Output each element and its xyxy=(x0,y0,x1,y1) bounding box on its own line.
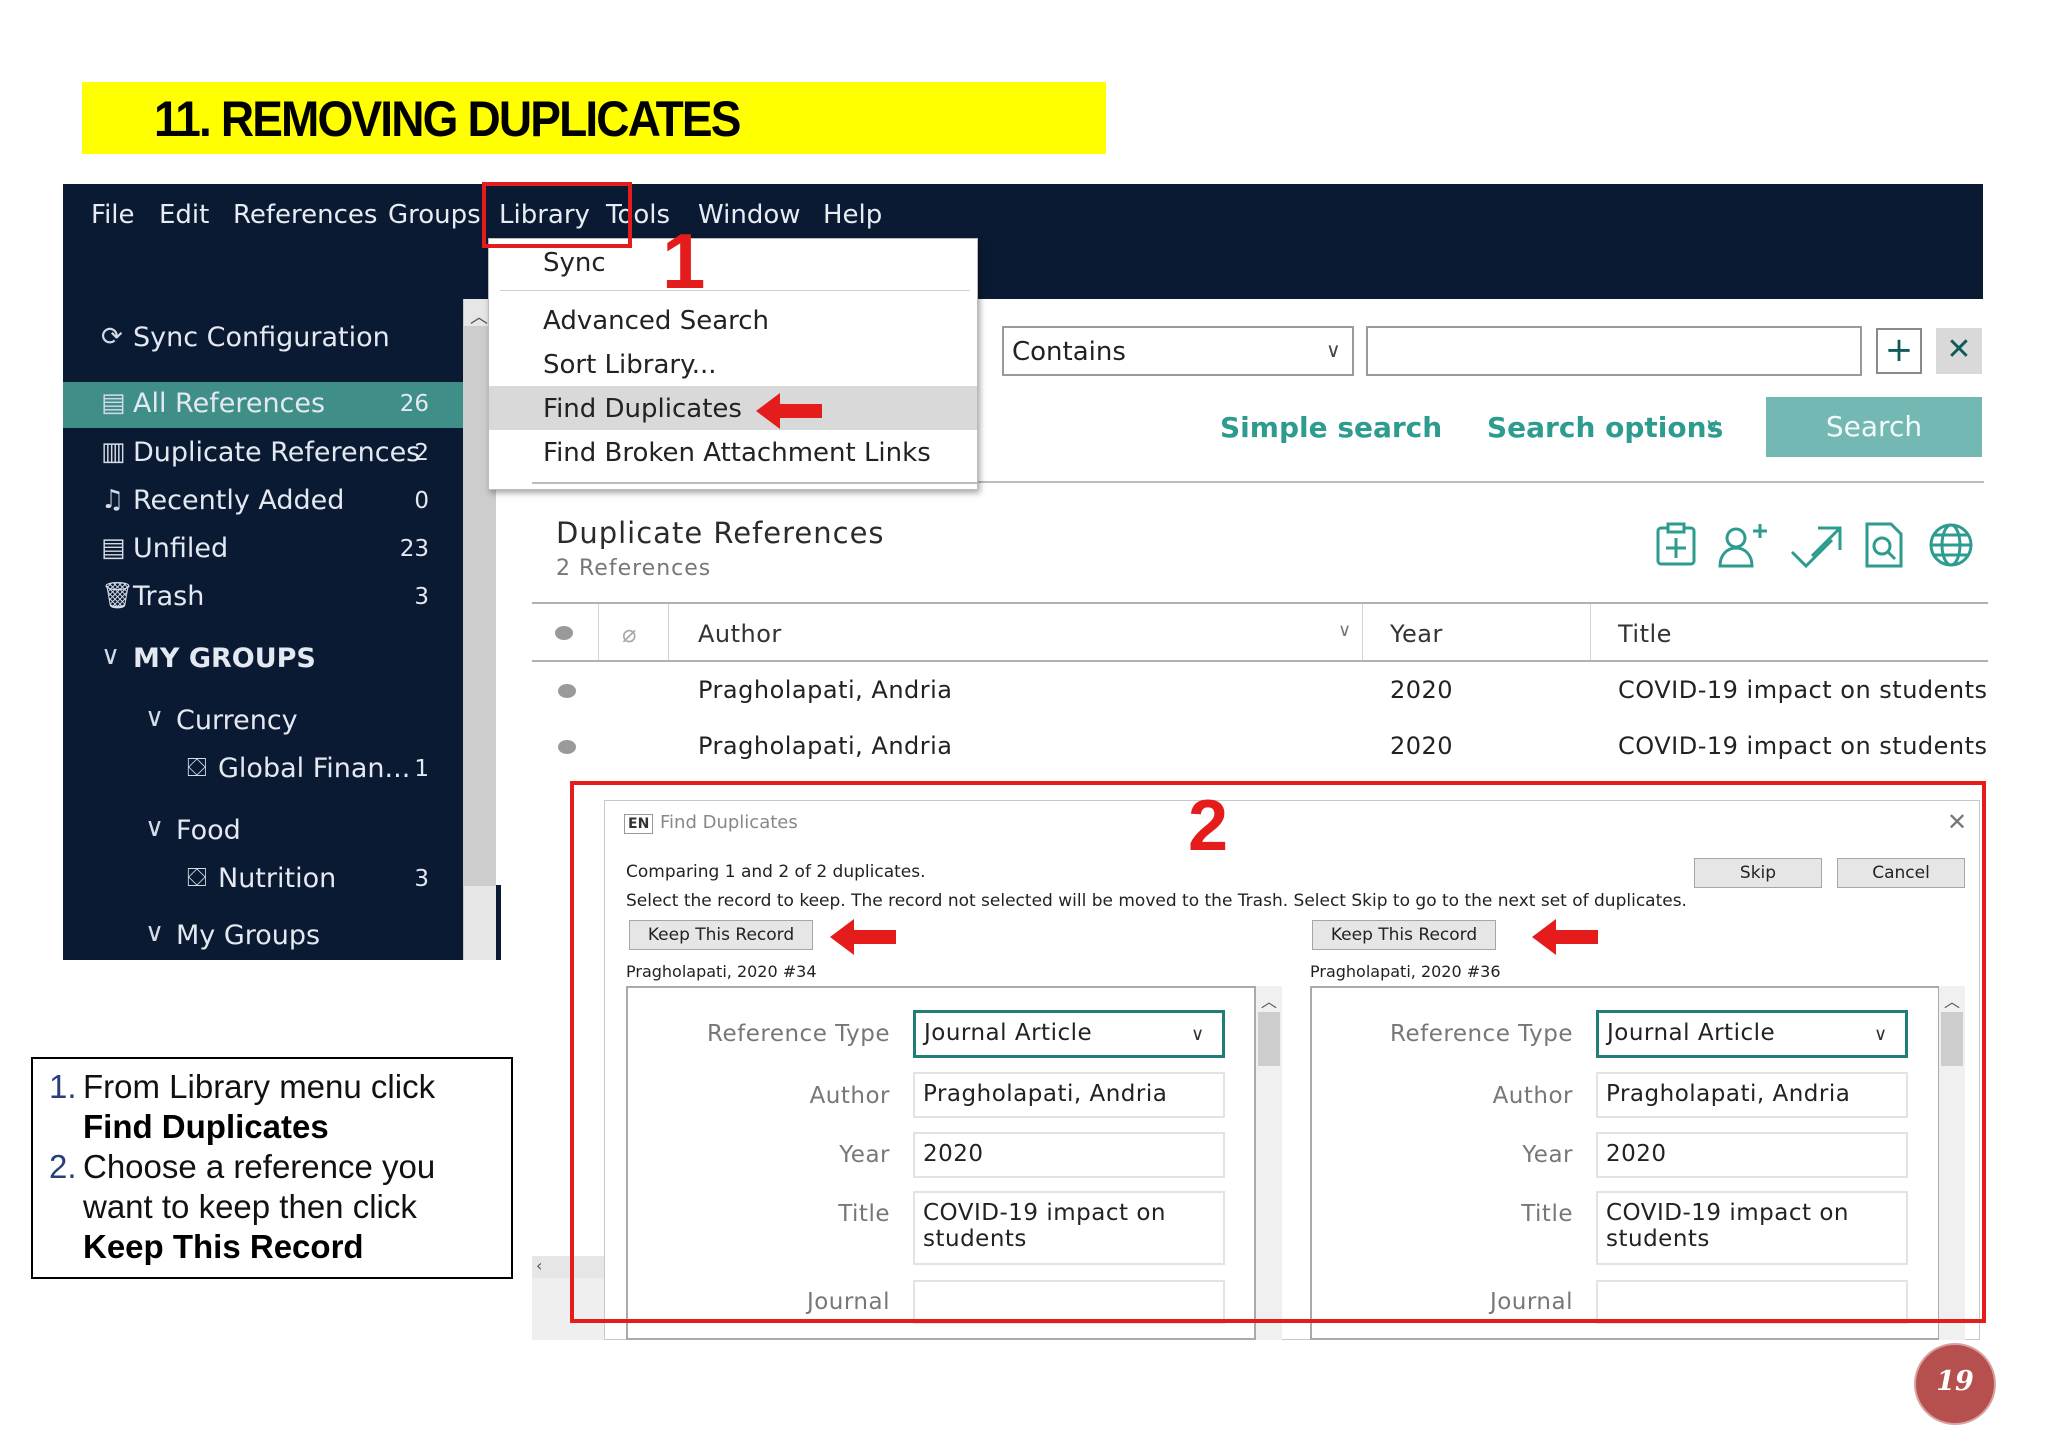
column-separator xyxy=(598,604,599,660)
step-1-number: 1. xyxy=(49,1068,77,1105)
read-status-column-icon[interactable] xyxy=(555,626,573,640)
menu-item-find-broken-attachment-links[interactable]: Find Broken Attachment Links xyxy=(543,438,931,468)
menu-item-sort-library[interactable]: Sort Library... xyxy=(543,350,717,380)
sidebar-item-trash[interactable]: 🗑 Trash 3 xyxy=(63,575,463,621)
sync-icon: ⟳ xyxy=(101,322,123,352)
document-icon: ▤ xyxy=(101,533,126,563)
group-nutrition[interactable]: ⛋ Nutrition 3 xyxy=(63,857,463,903)
page-number: 19 xyxy=(1936,1366,1974,1397)
search-button[interactable]: Search xyxy=(1766,397,1982,457)
step-1-marker: 1 xyxy=(662,217,706,305)
pane-divider[interactable] xyxy=(496,885,501,960)
sidebar-item-duplicate-references[interactable]: ▥ Duplicate References 2 xyxy=(63,431,463,477)
remove-search-row-button[interactable]: ✕ xyxy=(1936,328,1982,374)
group-global-finance[interactable]: ⛋ Global Finan... 1 xyxy=(63,747,463,793)
divider xyxy=(532,602,1988,604)
pointer-arrow-icon xyxy=(756,393,822,429)
column-separator xyxy=(1590,604,1591,660)
trash-icon: 🗑 xyxy=(101,581,135,611)
search-options-link[interactable]: Search options xyxy=(1487,411,1723,444)
read-status-dot xyxy=(558,684,576,698)
simple-search-link[interactable]: Simple search xyxy=(1220,411,1442,444)
group-set-food[interactable]: ∨ Food xyxy=(63,809,463,855)
cell-title: COVID-19 impact on students xyxy=(1618,676,1988,704)
group-set-my-groups[interactable]: ∨ My Groups xyxy=(63,914,463,960)
cell-year: 2020 xyxy=(1390,676,1454,704)
menu-groups[interactable]: Groups xyxy=(388,200,481,230)
pointer-arrow-icon xyxy=(830,919,896,955)
paperclip-icon[interactable]: ⌀ xyxy=(622,620,636,648)
group-panel-subtitle: 2 References xyxy=(556,556,712,581)
group-set-currency[interactable]: ∨ Currency xyxy=(63,699,463,745)
column-header-title[interactable]: Title xyxy=(1618,620,1672,648)
sort-chevron-icon[interactable]: ∨ xyxy=(1338,620,1351,641)
column-header-year[interactable]: Year xyxy=(1390,620,1443,648)
menu-item-advanced-search[interactable]: Advanced Search xyxy=(543,306,769,336)
sidebar-item-recently-added[interactable]: ♫ Recently Added 0 xyxy=(63,479,463,525)
search-input[interactable] xyxy=(1366,326,1862,376)
menu-item-sync[interactable]: Sync xyxy=(543,248,606,278)
my-groups-header[interactable]: ∨ MY GROUPS xyxy=(63,637,463,683)
sidebar-item-unfiled[interactable]: ▤ Unfiled 23 xyxy=(63,527,463,573)
column-separator xyxy=(668,604,669,660)
bell-icon: ♫ xyxy=(101,485,125,515)
step-2-marker: 2 xyxy=(1188,786,1229,866)
read-status-dot xyxy=(558,740,576,754)
group-icon: ⛋ xyxy=(187,863,207,893)
table-row[interactable]: Pragholapati, Andria 2020 COVID-19 impac… xyxy=(532,664,1988,720)
find-fulltext-icon[interactable] xyxy=(1858,522,1908,572)
export-icon[interactable] xyxy=(1788,522,1842,572)
column-separator xyxy=(1362,604,1363,660)
duplicate-icon: ▥ xyxy=(101,437,126,467)
library-highlight-box xyxy=(482,182,632,248)
cell-author: Pragholapati, Andria xyxy=(698,676,953,704)
online-search-icon[interactable] xyxy=(1924,522,1974,572)
menu-help[interactable]: Help xyxy=(823,200,882,230)
step-1-bold-text: Find Duplicates xyxy=(83,1108,329,1145)
column-header-author[interactable]: Author xyxy=(698,620,782,648)
scroll-up-icon[interactable]: ︿ xyxy=(470,303,488,329)
cell-author: Pragholapati, Andria xyxy=(698,732,953,760)
step-2-text-line-1: Choose a reference you xyxy=(83,1148,436,1185)
chevron-down-icon: ∨ xyxy=(145,918,165,948)
chevron-down-icon: ∨ xyxy=(101,641,121,671)
sidebar-item-all-references[interactable]: ▤ All References 26 xyxy=(63,382,463,428)
add-reference-icon[interactable] xyxy=(1651,522,1701,572)
menu-edit[interactable]: Edit xyxy=(159,200,209,230)
chevron-down-icon: ∨ xyxy=(1326,338,1341,362)
dialog-highlight-box xyxy=(570,781,1986,1323)
divider xyxy=(532,660,1988,662)
menu-references[interactable]: References xyxy=(233,200,377,230)
menu-file[interactable]: File xyxy=(91,200,135,230)
step-1-text: From Library menu click xyxy=(83,1068,436,1105)
group-icon: ⛋ xyxy=(187,753,207,783)
clipboard-icon: ▤ xyxy=(101,388,126,418)
chevron-down-icon: ∨ xyxy=(145,703,165,733)
sync-configuration-item[interactable]: ⟳ Sync Configuration xyxy=(63,316,463,362)
step-2-text-line-2: want to keep then click xyxy=(83,1188,417,1225)
cell-year: 2020 xyxy=(1390,732,1454,760)
step-2-number: 2. xyxy=(49,1148,77,1185)
table-row[interactable]: Pragholapati, Andria 2020 COVID-19 impac… xyxy=(532,720,1988,776)
cell-title: COVID-19 impact on students xyxy=(1618,732,1988,760)
divider xyxy=(532,482,978,484)
scroll-left-icon[interactable]: ‹ xyxy=(536,1256,542,1275)
group-panel-title: Duplicate References xyxy=(556,516,885,550)
menu-window[interactable]: Window xyxy=(698,200,801,230)
add-search-row-button[interactable]: + xyxy=(1876,328,1922,374)
match-operator-value: Contains xyxy=(1012,337,1126,367)
step-2-bold-text: Keep This Record xyxy=(83,1228,364,1265)
menu-item-find-duplicates[interactable]: Find Duplicates xyxy=(543,394,742,424)
pointer-arrow-icon xyxy=(1532,919,1598,955)
menu-separator xyxy=(500,290,970,291)
slide-title: 11. REMOVING DUPLICATES xyxy=(154,91,741,147)
chevron-down-icon[interactable]: ∨ xyxy=(1705,413,1720,437)
chevron-down-icon: ∨ xyxy=(145,813,165,843)
share-icon[interactable] xyxy=(1716,522,1767,572)
